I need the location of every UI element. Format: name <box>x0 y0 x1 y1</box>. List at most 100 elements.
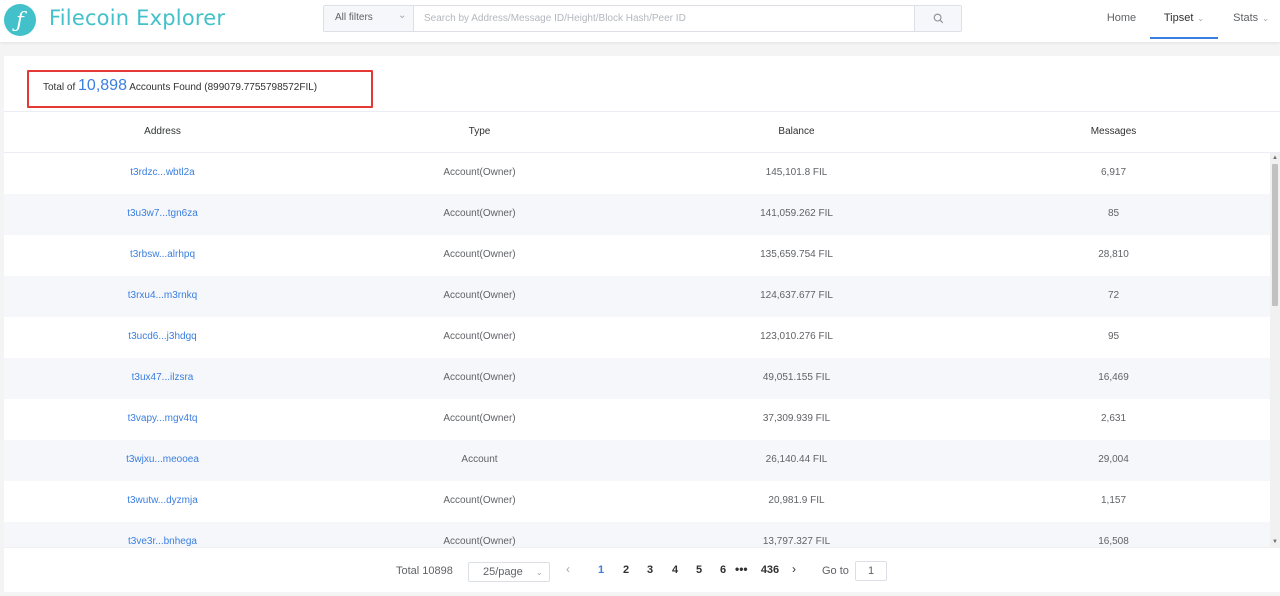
messages-cell: 1,157 <box>1100 495 1127 506</box>
table-row: t3ve3r...bnhega Account(Owner) 13,797.32… <box>4 522 1270 547</box>
scroll-down-arrow-icon[interactable]: ▼ <box>1270 537 1280 547</box>
address-link[interactable]: t3ux47...ilzsra <box>4 372 321 383</box>
type-cell: Account(Owner) <box>443 249 516 260</box>
address-link[interactable]: t3rxu4...m3rnkq <box>4 290 321 301</box>
type-cell: Account(Owner) <box>443 290 516 301</box>
type-cell: Account(Owner) <box>443 167 516 178</box>
messages-cell: 85 <box>1107 208 1120 219</box>
balance-cell: 124,637.677 FIL <box>760 290 833 301</box>
search-bar: All filters ⌄ <box>323 5 962 32</box>
column-header-balance: Balance <box>778 126 815 137</box>
top-navbar: ƒ Filecoin Explorer All filters ⌄ Home T… <box>0 0 1280 42</box>
messages-cell: 95 <box>1107 331 1120 342</box>
table-row: t3wjxu...meooea Account 26,140.44 FIL 29… <box>4 440 1270 481</box>
nav-stats-label: Stats <box>1233 12 1259 24</box>
page-4-button[interactable]: 4 <box>668 564 682 576</box>
messages-cell: 6,917 <box>1100 167 1127 178</box>
page-size-label: 25/page <box>483 566 523 578</box>
column-header-type: Type <box>468 126 491 137</box>
page-last-button[interactable]: 436 <box>758 564 782 576</box>
table-row: t3wutw...dyzmja Account(Owner) 20,981.9 … <box>4 481 1270 522</box>
chevron-down-icon: ⌄ <box>536 568 543 577</box>
balance-cell: 13,797.327 FIL <box>762 536 831 547</box>
page-1-button[interactable]: 1 <box>594 564 608 576</box>
table-row: t3ux47...ilzsra Account(Owner) 49,051.15… <box>4 358 1270 399</box>
type-cell: Account(Owner) <box>443 413 516 424</box>
summary-highlight-box: Total of 10,898 Accounts Found (899079.7… <box>27 70 373 108</box>
pagination: Total 10898 25/page ⌄ ‹ 1 2 3 4 5 6 ••• … <box>4 547 1280 592</box>
address-link[interactable]: t3rdzc...wbtl2a <box>4 167 321 178</box>
more-pages-button[interactable]: ••• <box>735 562 748 576</box>
nav-tipset[interactable]: Tipset ⌄ <box>1150 0 1218 39</box>
balance-cell: 26,140.44 FIL <box>765 454 828 465</box>
type-cell: Account(Owner) <box>443 536 516 547</box>
nav-stats[interactable]: Stats ⌄ <box>1222 0 1280 39</box>
type-cell: Account(Owner) <box>443 331 516 342</box>
balance-cell: 141,059.262 FIL <box>760 208 833 219</box>
page-6-button[interactable]: 6 <box>716 564 730 576</box>
accounts-table-body[interactable]: t3rdzc...wbtl2a Account(Owner) 145,101.8… <box>4 153 1270 547</box>
address-link[interactable]: t3wutw...dyzmja <box>4 495 321 506</box>
table-scrollbar[interactable]: ▲ ▼ <box>1270 153 1280 547</box>
table-row: t3rbsw...alrhpq Account(Owner) 135,659.7… <box>4 235 1270 276</box>
column-header-messages: Messages <box>1090 126 1137 137</box>
table-row: t3u3w7...tgn6za Account(Owner) 141,059.2… <box>4 194 1270 235</box>
type-cell: Account(Owner) <box>443 372 516 383</box>
scroll-up-arrow-icon[interactable]: ▲ <box>1270 153 1280 163</box>
scrollbar-thumb[interactable] <box>1272 164 1278 306</box>
search-input[interactable] <box>415 6 914 31</box>
balance-cell: 20,981.9 FIL <box>768 495 825 506</box>
messages-cell: 2,631 <box>1100 413 1127 424</box>
goto-page-input[interactable] <box>855 561 887 581</box>
chevron-down-icon: ⌄ <box>1197 14 1205 23</box>
balance-cell: 135,659.754 FIL <box>760 249 833 260</box>
page-3-button[interactable]: 3 <box>643 564 657 576</box>
search-button[interactable] <box>914 6 961 31</box>
summary-suffix: Accounts Found (899079.7755798572FIL) <box>129 82 318 93</box>
table-row: t3vapy...mgv4tq Account(Owner) 37,309.93… <box>4 399 1270 440</box>
page-5-button[interactable]: 5 <box>692 564 706 576</box>
table-row: t3rxu4...m3rnkq Account(Owner) 124,637.6… <box>4 276 1270 317</box>
nav-tipset-label: Tipset <box>1163 12 1194 24</box>
page-2-button[interactable]: 2 <box>619 564 633 576</box>
brand-title[interactable]: Filecoin Explorer <box>49 6 225 30</box>
table-row: t3ucd6...j3hdgq Account(Owner) 123,010.2… <box>4 317 1270 358</box>
type-cell: Account <box>461 454 498 465</box>
table-row: t3rdzc...wbtl2a Account(Owner) 145,101.8… <box>4 153 1270 194</box>
filter-select-label: All filters <box>335 12 373 23</box>
nav-home[interactable]: Home <box>1098 0 1145 39</box>
page-size-select[interactable]: 25/page ⌄ <box>468 562 550 582</box>
search-icon <box>933 13 944 24</box>
messages-cell: 72 <box>1107 290 1120 301</box>
address-link[interactable]: t3ve3r...bnhega <box>4 536 321 547</box>
prev-page-button[interactable]: ‹ <box>566 562 570 576</box>
type-cell: Account(Owner) <box>443 208 516 219</box>
nav-home-label: Home <box>1106 12 1137 24</box>
balance-cell: 49,051.155 FIL <box>762 372 831 383</box>
messages-cell: 29,004 <box>1098 454 1129 465</box>
address-link[interactable]: t3wjxu...meooea <box>4 454 321 465</box>
accounts-panel: Total of 10,898 Accounts Found (899079.7… <box>4 56 1280 592</box>
accounts-count: 10,898 <box>78 77 127 94</box>
address-link[interactable]: t3u3w7...tgn6za <box>4 208 321 219</box>
pagination-total: Total 10898 <box>396 565 453 577</box>
accounts-summary: Total of 10,898 Accounts Found (899079.7… <box>43 77 317 95</box>
table-header: Address Type Balance Messages <box>4 112 1280 153</box>
column-header-address: Address <box>144 126 181 137</box>
address-link[interactable]: t3rbsw...alrhpq <box>4 249 321 260</box>
address-link[interactable]: t3vapy...mgv4tq <box>4 413 321 424</box>
messages-cell: 28,810 <box>1098 249 1129 260</box>
messages-cell: 16,508 <box>1098 536 1129 547</box>
next-page-button[interactable]: › <box>792 562 796 576</box>
balance-cell: 123,010.276 FIL <box>760 331 833 342</box>
chevron-down-icon: ⌄ <box>1262 14 1269 23</box>
balance-cell: 145,101.8 FIL <box>765 167 828 178</box>
goto-label: Go to <box>822 565 849 577</box>
balance-cell: 37,309.939 FIL <box>762 413 831 424</box>
address-link[interactable]: t3ucd6...j3hdgq <box>4 331 321 342</box>
summary-prefix: Total of <box>43 82 76 93</box>
filecoin-logo-icon[interactable]: ƒ <box>4 4 36 36</box>
messages-cell: 16,469 <box>1098 372 1129 383</box>
filter-select[interactable]: All filters ⌄ <box>324 6 414 31</box>
chevron-down-icon: ⌄ <box>398 10 407 21</box>
